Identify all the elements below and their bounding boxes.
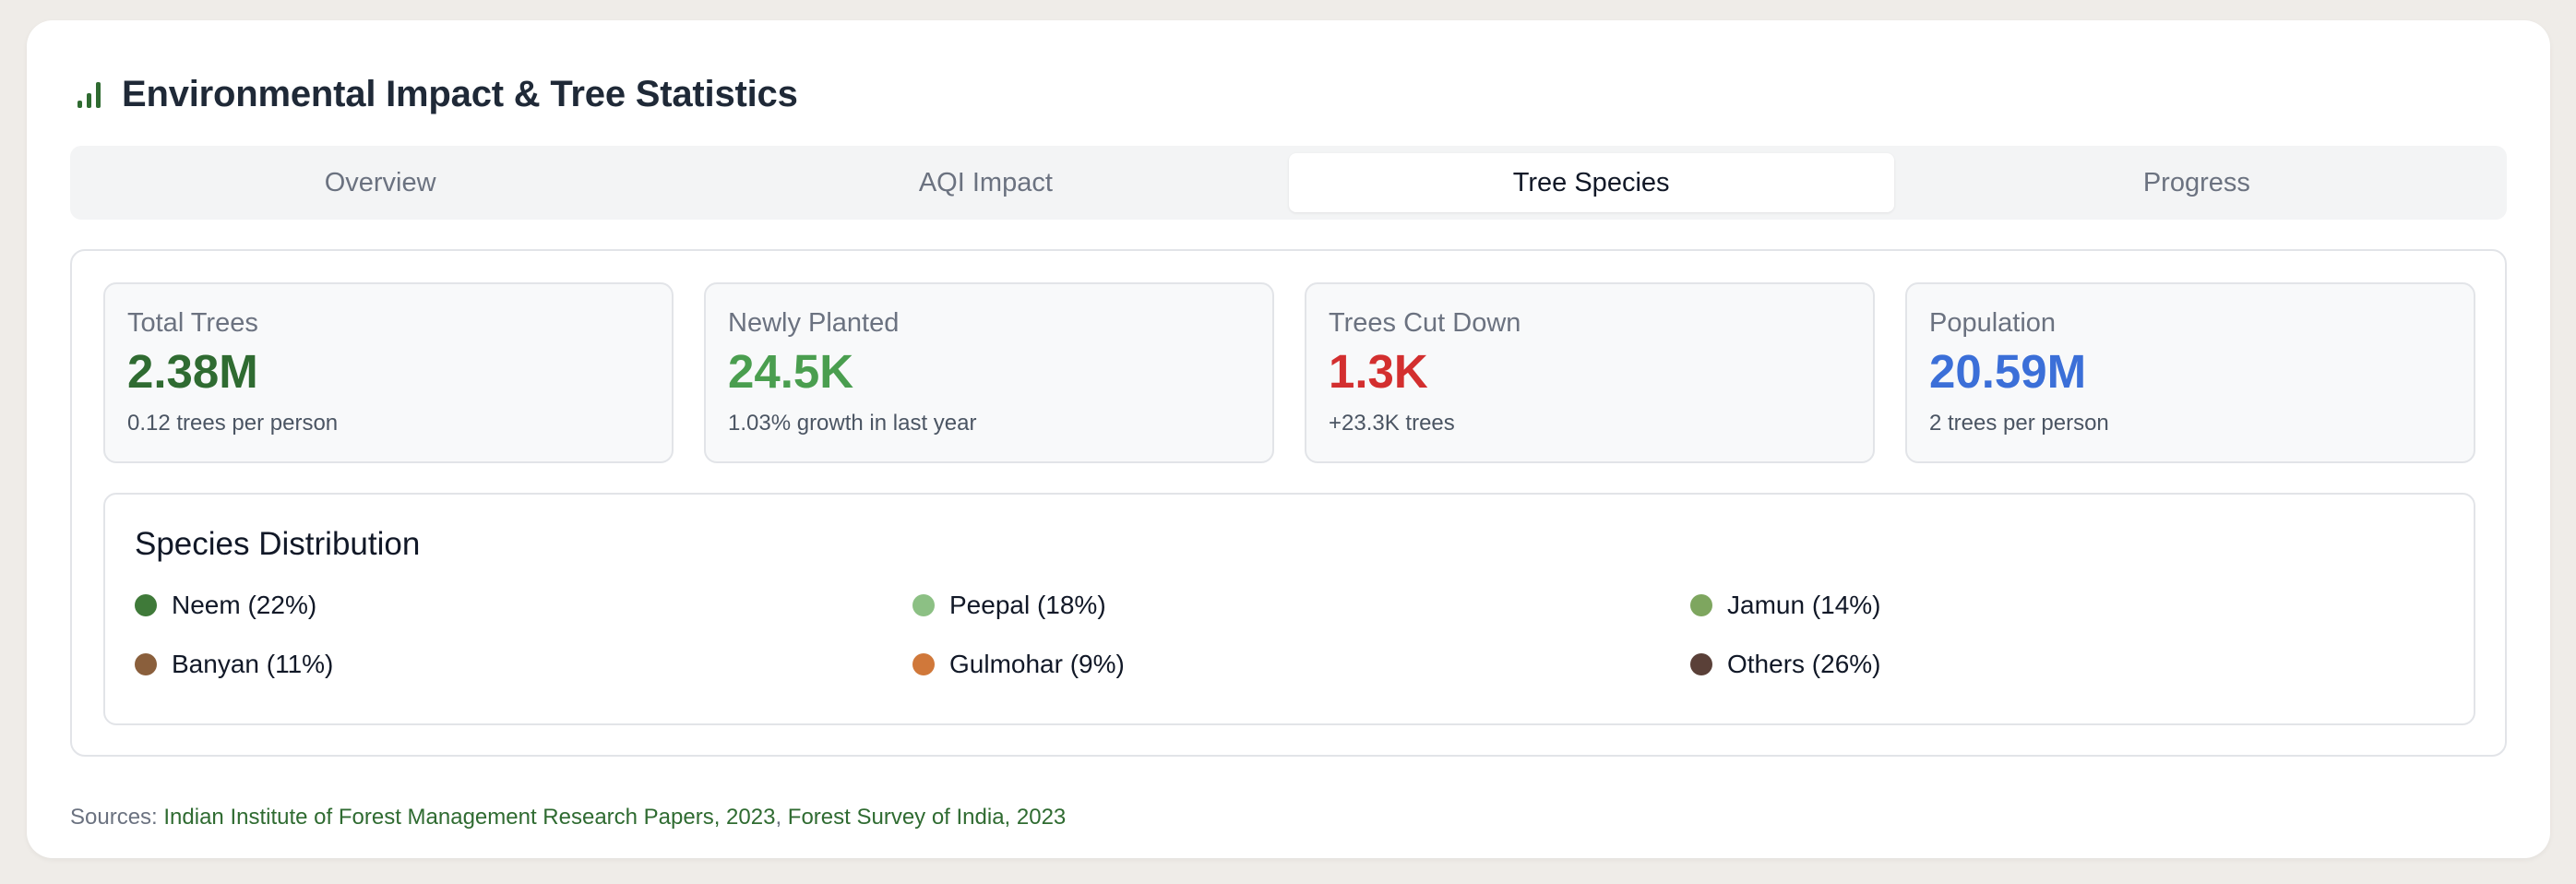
sources-prefix: Sources:: [70, 805, 158, 830]
stat-value: 2.38M: [127, 345, 258, 398]
stat-card-trees-cut-down: Trees Cut Down 1.3K +23.3K trees: [1305, 282, 1875, 463]
sources-footer: Sources: Indian Institute of Forest Mana…: [70, 805, 1066, 830]
tab-aqi-impact[interactable]: AQI Impact: [683, 153, 1288, 212]
sources-separator: ,: [775, 805, 782, 830]
page-title: Environmental Impact & Tree Statistics: [122, 73, 798, 114]
stat-value: 20.59M: [1929, 345, 2087, 398]
bar-chart-icon: [74, 78, 105, 110]
species-item-others: Others (26%): [1690, 646, 2444, 683]
species-item-gulmohar: Gulmohar (9%): [912, 646, 1690, 683]
stat-value: 24.5K: [728, 345, 854, 398]
stat-label: Trees Cut Down: [1329, 308, 1521, 338]
species-label: Banyan (11%): [172, 650, 334, 678]
species-label: Gulmohar (9%): [949, 650, 1125, 678]
legend-dot-icon: [135, 594, 157, 616]
environment-card: Environmental Impact & Tree Statistics O…: [27, 20, 2550, 858]
legend-dot-icon: [1690, 594, 1712, 616]
stat-value: 1.3K: [1329, 345, 1428, 398]
card-header: Environmental Impact & Tree Statistics: [74, 66, 798, 122]
tab-tree-species[interactable]: Tree Species: [1288, 153, 1894, 212]
tab-bar: Overview AQI Impact Tree Species Progres…: [70, 146, 2507, 220]
legend-dot-icon: [912, 653, 935, 675]
species-item-banyan: Banyan (11%): [135, 646, 912, 683]
legend-dot-icon: [135, 653, 157, 675]
species-item-neem: Neem (22%): [135, 587, 912, 624]
species-label: Jamun (14%): [1727, 591, 1881, 619]
stat-label: Population: [1929, 308, 2057, 338]
stat-card-total-trees: Total Trees 2.38M 0.12 trees per person: [103, 282, 674, 463]
tab-overview[interactable]: Overview: [78, 153, 683, 212]
species-item-jamun: Jamun (14%): [1690, 587, 2444, 624]
stats-row: Total Trees 2.38M 0.12 trees per person …: [103, 282, 2475, 463]
species-label: Neem (22%): [172, 591, 317, 619]
stat-card-newly-planted: Newly Planted 24.5K 1.03% growth in last…: [704, 282, 1274, 463]
legend-dot-icon: [912, 594, 935, 616]
stat-subtext: 0.12 trees per person: [127, 411, 339, 436]
source-link-fsi[interactable]: Forest Survey of India, 2023: [788, 805, 1067, 830]
species-legend: Neem (22%) Peepal (18%) Jamun (14%) Bany…: [135, 587, 2444, 683]
legend-dot-icon: [1690, 653, 1712, 675]
species-item-peepal: Peepal (18%): [912, 587, 1690, 624]
species-title: Species Distribution: [135, 526, 421, 562]
stat-subtext: 1.03% growth in last year: [728, 411, 977, 436]
source-link-iifm[interactable]: Indian Institute of Forest Management Re…: [163, 805, 775, 830]
stat-card-population: Population 20.59M 2 trees per person: [1905, 282, 2475, 463]
stat-label: Total Trees: [127, 308, 258, 338]
species-distribution-panel: Species Distribution Neem (22%) Peepal (…: [103, 493, 2475, 725]
tab-content: Total Trees 2.38M 0.12 trees per person …: [70, 249, 2507, 757]
stat-subtext: +23.3K trees: [1329, 411, 1455, 436]
species-label: Others (26%): [1727, 650, 1881, 678]
tab-progress[interactable]: Progress: [1894, 153, 2499, 212]
species-label: Peepal (18%): [949, 591, 1106, 619]
stat-subtext: 2 trees per person: [1929, 411, 2109, 436]
stat-label: Newly Planted: [728, 308, 900, 338]
